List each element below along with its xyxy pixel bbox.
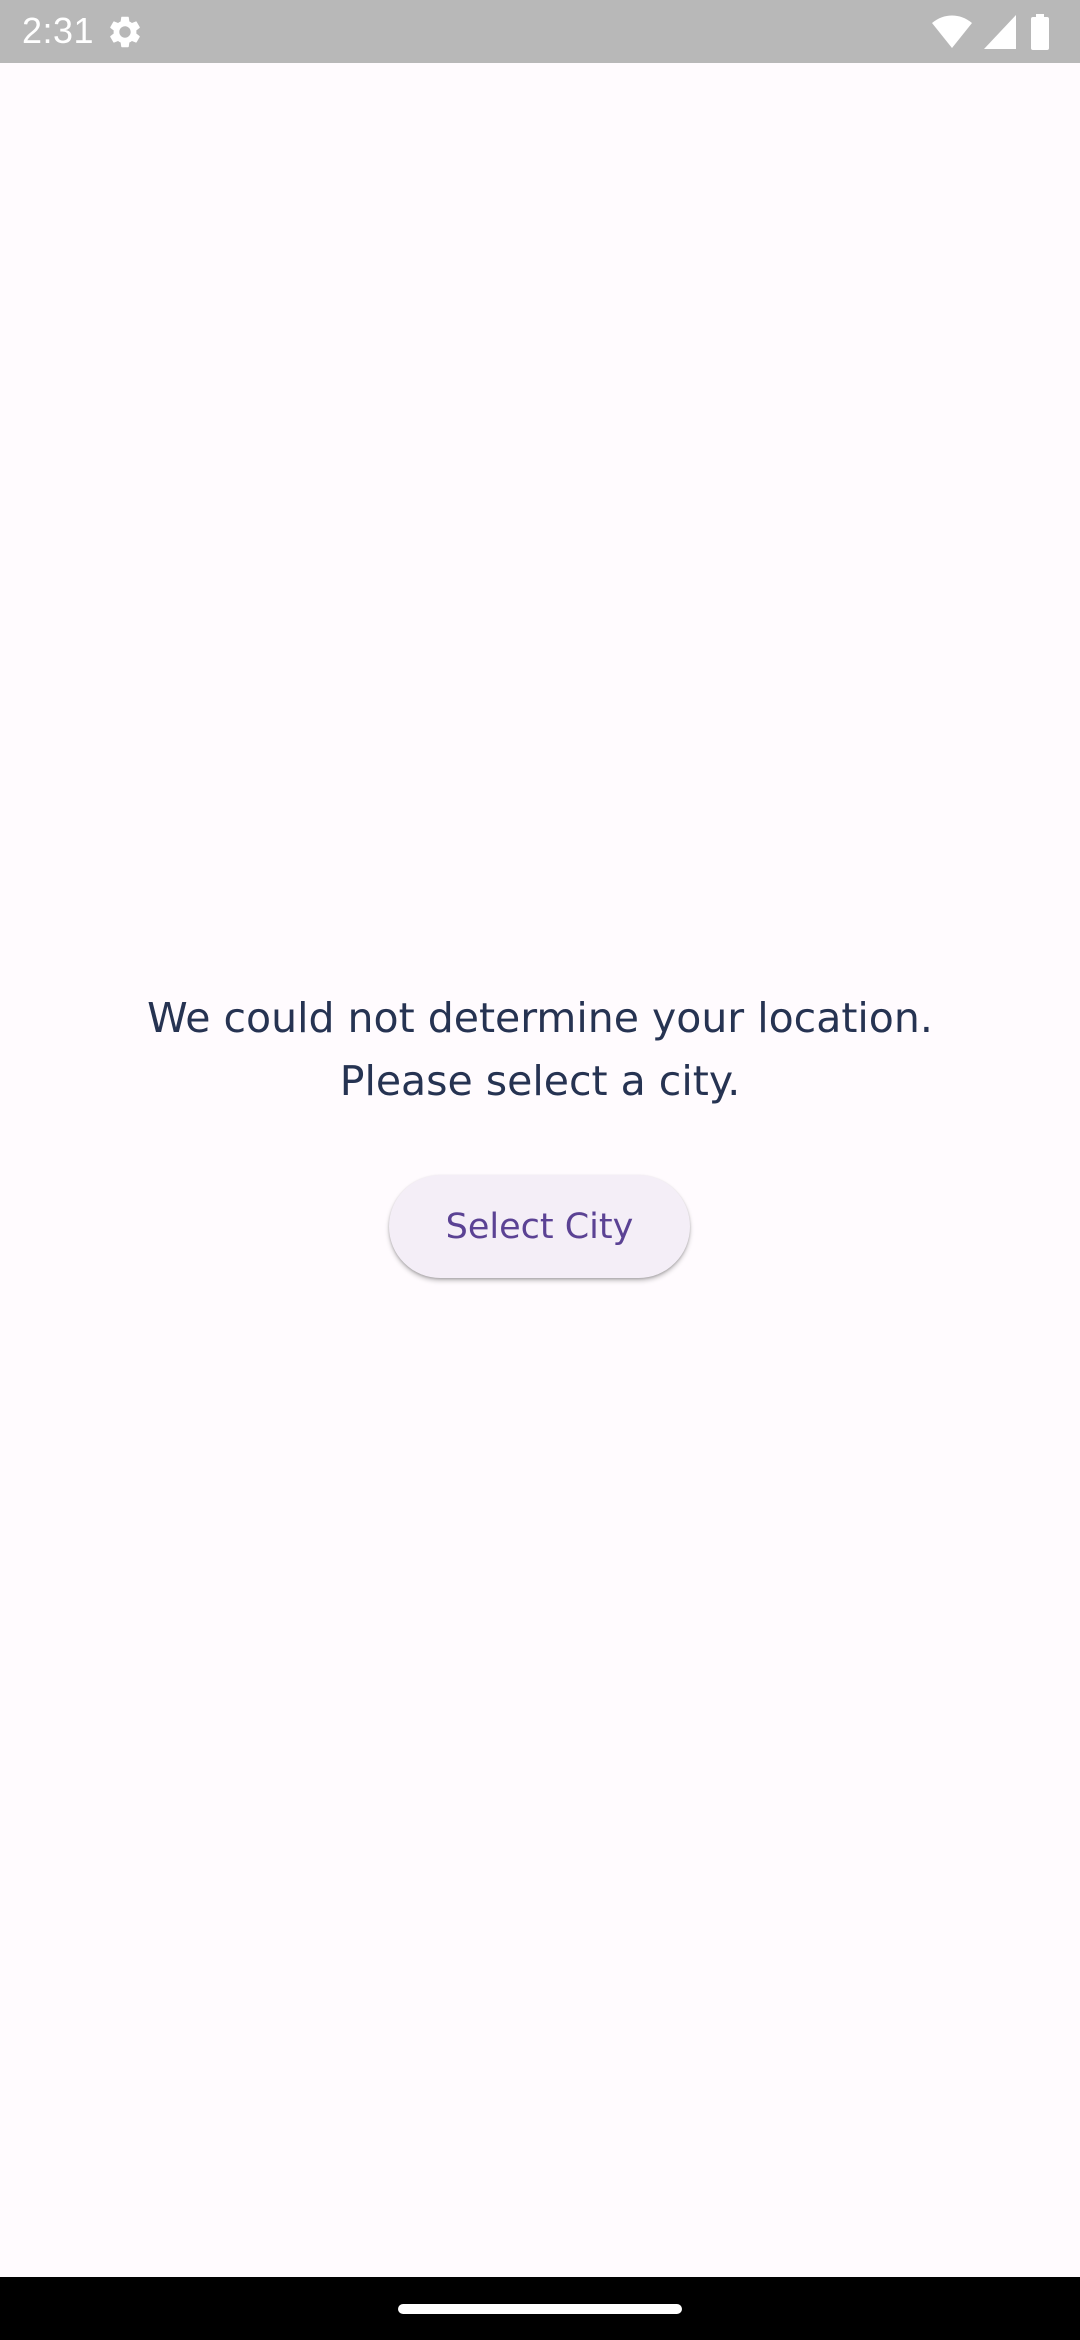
select-city-button[interactable]: Select City (389, 1175, 690, 1278)
location-error-message: We could not determine your location. Pl… (0, 987, 1080, 1113)
message-line-2: Please select a city. (339, 1057, 741, 1105)
message-line-1: We could not determine your location. (147, 994, 933, 1042)
status-icons (932, 14, 1050, 50)
status-time: 2:31 (22, 10, 95, 51)
battery-icon (1031, 14, 1049, 50)
cellular-signal-icon (984, 15, 1016, 49)
status-bar: 2:31 (0, 0, 1080, 63)
settings-gear-icon (106, 13, 144, 51)
wifi-icon (932, 15, 972, 48)
navigation-bar (0, 2277, 1080, 2340)
home-gesture-handle[interactable] (398, 2304, 682, 2314)
